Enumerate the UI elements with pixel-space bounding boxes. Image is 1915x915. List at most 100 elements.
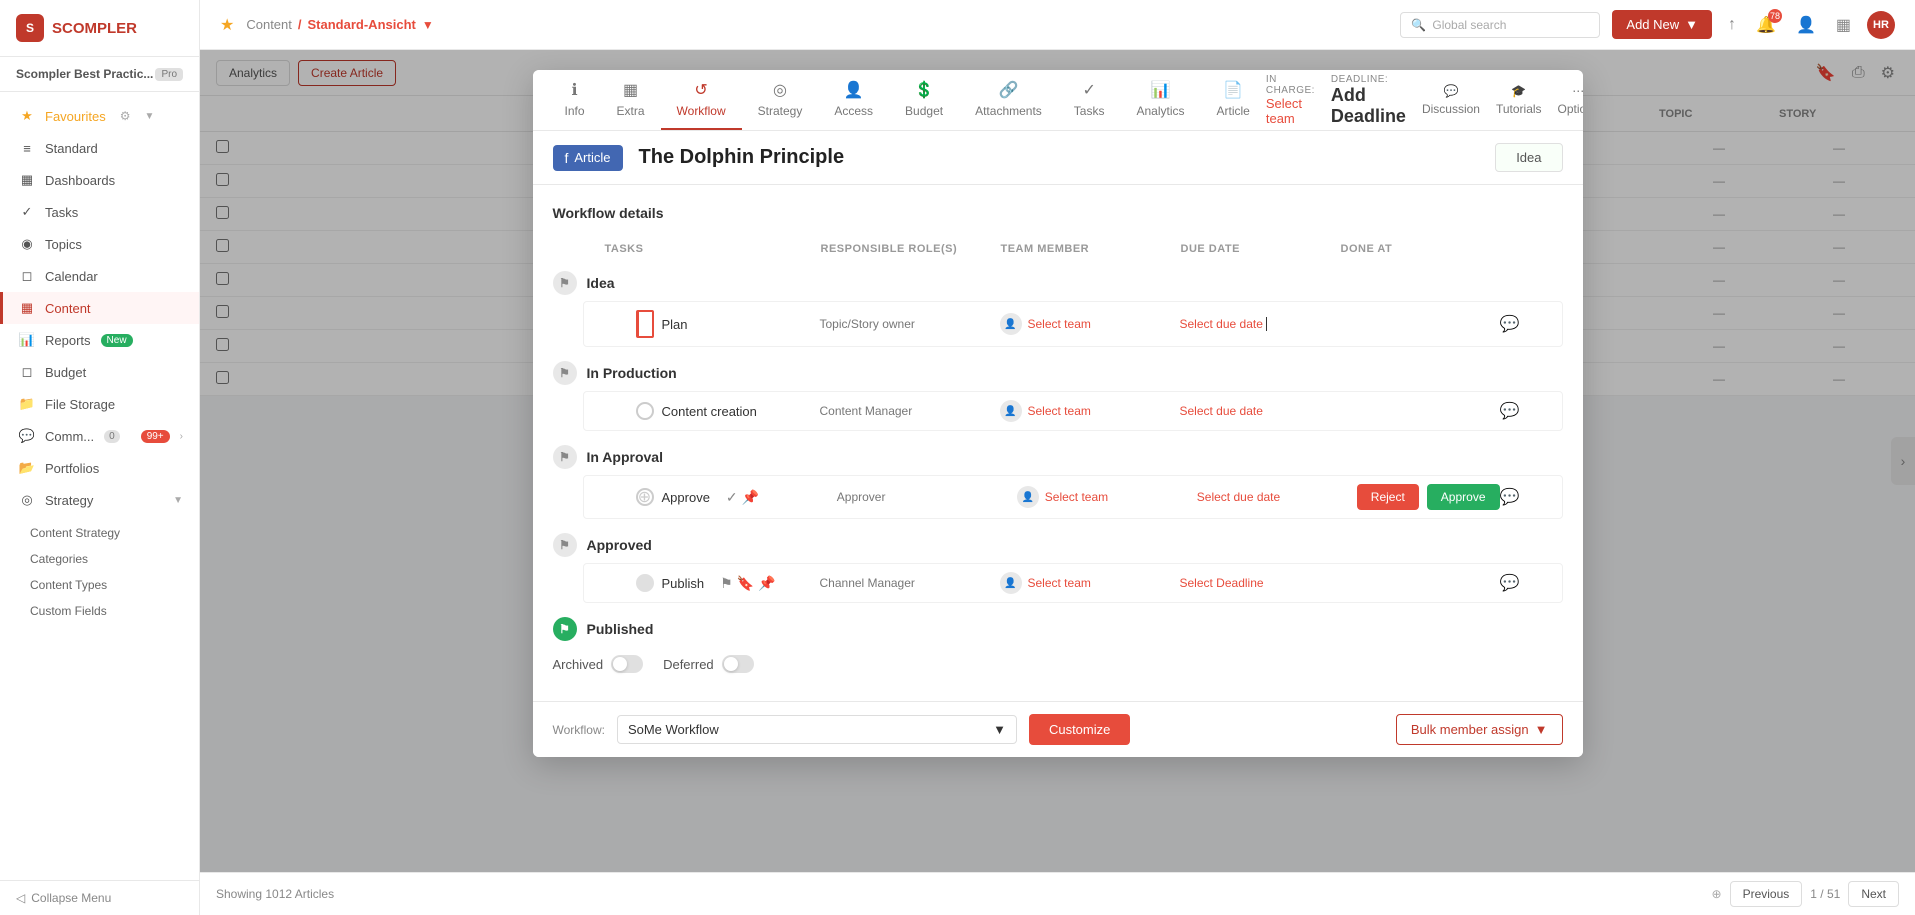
reject-button[interactable]: Reject [1357,484,1419,510]
incharge-value[interactable]: Select team [1266,96,1315,126]
cc-due[interactable]: Select due date [1180,404,1340,418]
approve-due[interactable]: Select due date [1197,490,1357,504]
sidebar-item-calendar[interactable]: ◻ Calendar [0,260,199,292]
sidebar-item-custom-fields[interactable]: Custom Fields [0,598,199,624]
approve-actions: 💬 [1500,487,1550,507]
sidebar-workspace[interactable]: Scompler Best Practic... Pro [0,57,199,92]
grid-icon-btn[interactable]: ▦ [1832,11,1855,39]
content-icon: ▦ [19,300,35,316]
plan-due[interactable]: Select due date [1180,317,1340,332]
publish-radio[interactable] [636,574,654,592]
status-badge[interactable]: Idea [1495,143,1562,172]
cc-radio[interactable] [636,402,654,420]
avatar[interactable]: HR [1867,11,1895,39]
article-badge: f Article [553,145,623,171]
star-fav-icon[interactable]: ★ [220,15,234,35]
comment-icon[interactable]: 💬 [1500,401,1520,421]
modal-footer: Workflow: SoMe Workflow ▼ Customize Bulk… [533,701,1583,757]
workflow-select[interactable]: SoMe Workflow ▼ [617,715,1017,744]
nav-label: Comm... [45,429,94,444]
tab-attachments[interactable]: 🔗 Attachments [959,70,1058,130]
tab-access[interactable]: 👤 Access [818,70,889,130]
cc-task-name: Content creation [662,404,757,419]
modal-overlay: ℹ Info ▦ Extra ↺ Workflow ◎ Strategy [200,50,1915,872]
section-production-label: In Production [587,365,677,381]
add-new-button[interactable]: Add New ▼ [1612,10,1712,39]
article-badge-label: Article [574,150,610,165]
sidebar-item-content-strategy[interactable]: Content Strategy [0,520,199,546]
approve-team[interactable]: 👤 Select team [1017,486,1197,508]
collapse-menu-btn[interactable]: ◁ Collapse Menu [0,880,199,915]
previous-btn[interactable]: Previous [1730,881,1803,907]
sidebar-item-categories[interactable]: Categories [0,546,199,572]
archived-toggle-group: Archived [553,655,644,673]
tab-tasks[interactable]: ✓ Tasks [1058,70,1121,130]
publish-team[interactable]: 👤 Select team [1000,572,1180,594]
plan-team[interactable]: 👤 Select team [1000,313,1180,335]
deadline-value[interactable]: Add Deadline [1331,85,1406,127]
breadcrumb-separator: / [298,17,302,32]
comment-icon[interactable]: 💬 [1500,487,1520,507]
discussion-icon: 💬 [1443,84,1458,98]
deadline-section: DEADLINE: Add Deadline [1331,74,1406,127]
sidebar-item-comm[interactable]: 💬 Comm... 0 99+ › [0,420,199,452]
sidebar-item-strategy[interactable]: ◎ Strategy ▼ [0,484,199,516]
sidebar-item-budget[interactable]: ◻ Budget [0,356,199,388]
breadcrumb-parent[interactable]: Content [246,17,292,32]
sidebar-item-topics[interactable]: ◉ Topics [0,228,199,260]
plan-role: Topic/Story owner [820,317,1000,331]
sidebar-item-dashboards[interactable]: ▦ Dashboards [0,164,199,196]
next-btn[interactable]: Next [1848,881,1899,907]
approval-flag-icon: ⚑ [553,445,577,469]
cc-team[interactable]: 👤 Select team [1000,400,1180,422]
deferred-toggle-group: Deferred [663,655,754,673]
publish-task: Publish ⚑ 🔖 📌 [636,574,820,592]
team-avatar-icon: 👤 [1000,313,1022,335]
options-btn[interactable]: ⋯ Options [1558,84,1583,116]
user-icon-btn[interactable]: 👤 [1792,11,1820,39]
search-placeholder: Global search [1432,18,1506,32]
notifications-icon-btn[interactable]: 🔔 78 [1752,11,1780,39]
sidebar-item-file-storage[interactable]: 📁 File Storage [0,388,199,420]
tab-strategy[interactable]: ◎ Strategy [742,70,819,130]
deferred-toggle[interactable] [722,655,754,673]
bulk-assign-button[interactable]: Bulk member assign ▼ [1396,714,1563,745]
dropdown-icon[interactable]: ▼ [422,18,434,32]
workflow-modal: ℹ Info ▦ Extra ↺ Workflow ◎ Strategy [533,70,1583,757]
plan-task: Plan [636,310,820,338]
sidebar-item-content-types[interactable]: Content Types [0,572,199,598]
options-label: Options [1558,102,1583,116]
approve-radio[interactable]: ⊕ [636,488,654,506]
tab-analytics[interactable]: 📊 Analytics [1120,70,1200,130]
tab-budget[interactable]: 💲 Budget [889,70,959,130]
incharge-label: IN CHARGE: [1266,74,1315,96]
customize-button[interactable]: Customize [1029,714,1130,745]
approve-button[interactable]: Approve [1427,484,1500,510]
upload-icon-btn[interactable]: ↑ [1724,12,1740,38]
sidebar-item-content[interactable]: ▦ Content [0,292,199,324]
section-approved-header: ⚑ Approved [553,523,1563,563]
publish-due[interactable]: Select Deadline [1180,576,1340,590]
tab-workflow[interactable]: ↺ Workflow [661,70,742,130]
plan-radio[interactable] [636,310,654,338]
deadline-label: DEADLINE: [1331,74,1406,85]
col-team-header: TEAM MEMBER [1001,243,1181,255]
breadcrumb-current[interactable]: Standard-Ansicht [308,17,416,32]
comment-icon[interactable]: 💬 [1500,314,1520,334]
tab-info[interactable]: ℹ Info [549,70,601,130]
sidebar-item-portfolios[interactable]: 📂 Portfolios [0,452,199,484]
collapse-label: Collapse Menu [31,891,111,905]
modal-title-bar: f Article The Dolphin Principle Idea [533,131,1583,185]
comment-icon[interactable]: 💬 [1500,573,1520,593]
wf-col-headers: TASKS RESPONSIBLE ROLE(S) TEAM MEMBER DU… [553,237,1563,261]
sidebar-item-standard[interactable]: ≡ Standard [0,132,199,164]
tutorials-btn[interactable]: 🎓 Tutorials [1496,84,1542,116]
sidebar-item-favourites[interactable]: ★ Favourites ⚙ ▼ [0,100,199,132]
global-search-box[interactable]: 🔍 Global search [1400,12,1600,38]
sidebar-item-tasks[interactable]: ✓ Tasks [0,196,199,228]
sidebar-item-reports[interactable]: 📊 Reports New [0,324,199,356]
discussion-btn[interactable]: 💬 Discussion [1422,84,1480,116]
archived-toggle[interactable] [611,655,643,673]
tab-article[interactable]: 📄 Article [1201,70,1266,130]
tab-extra[interactable]: ▦ Extra [601,70,661,130]
